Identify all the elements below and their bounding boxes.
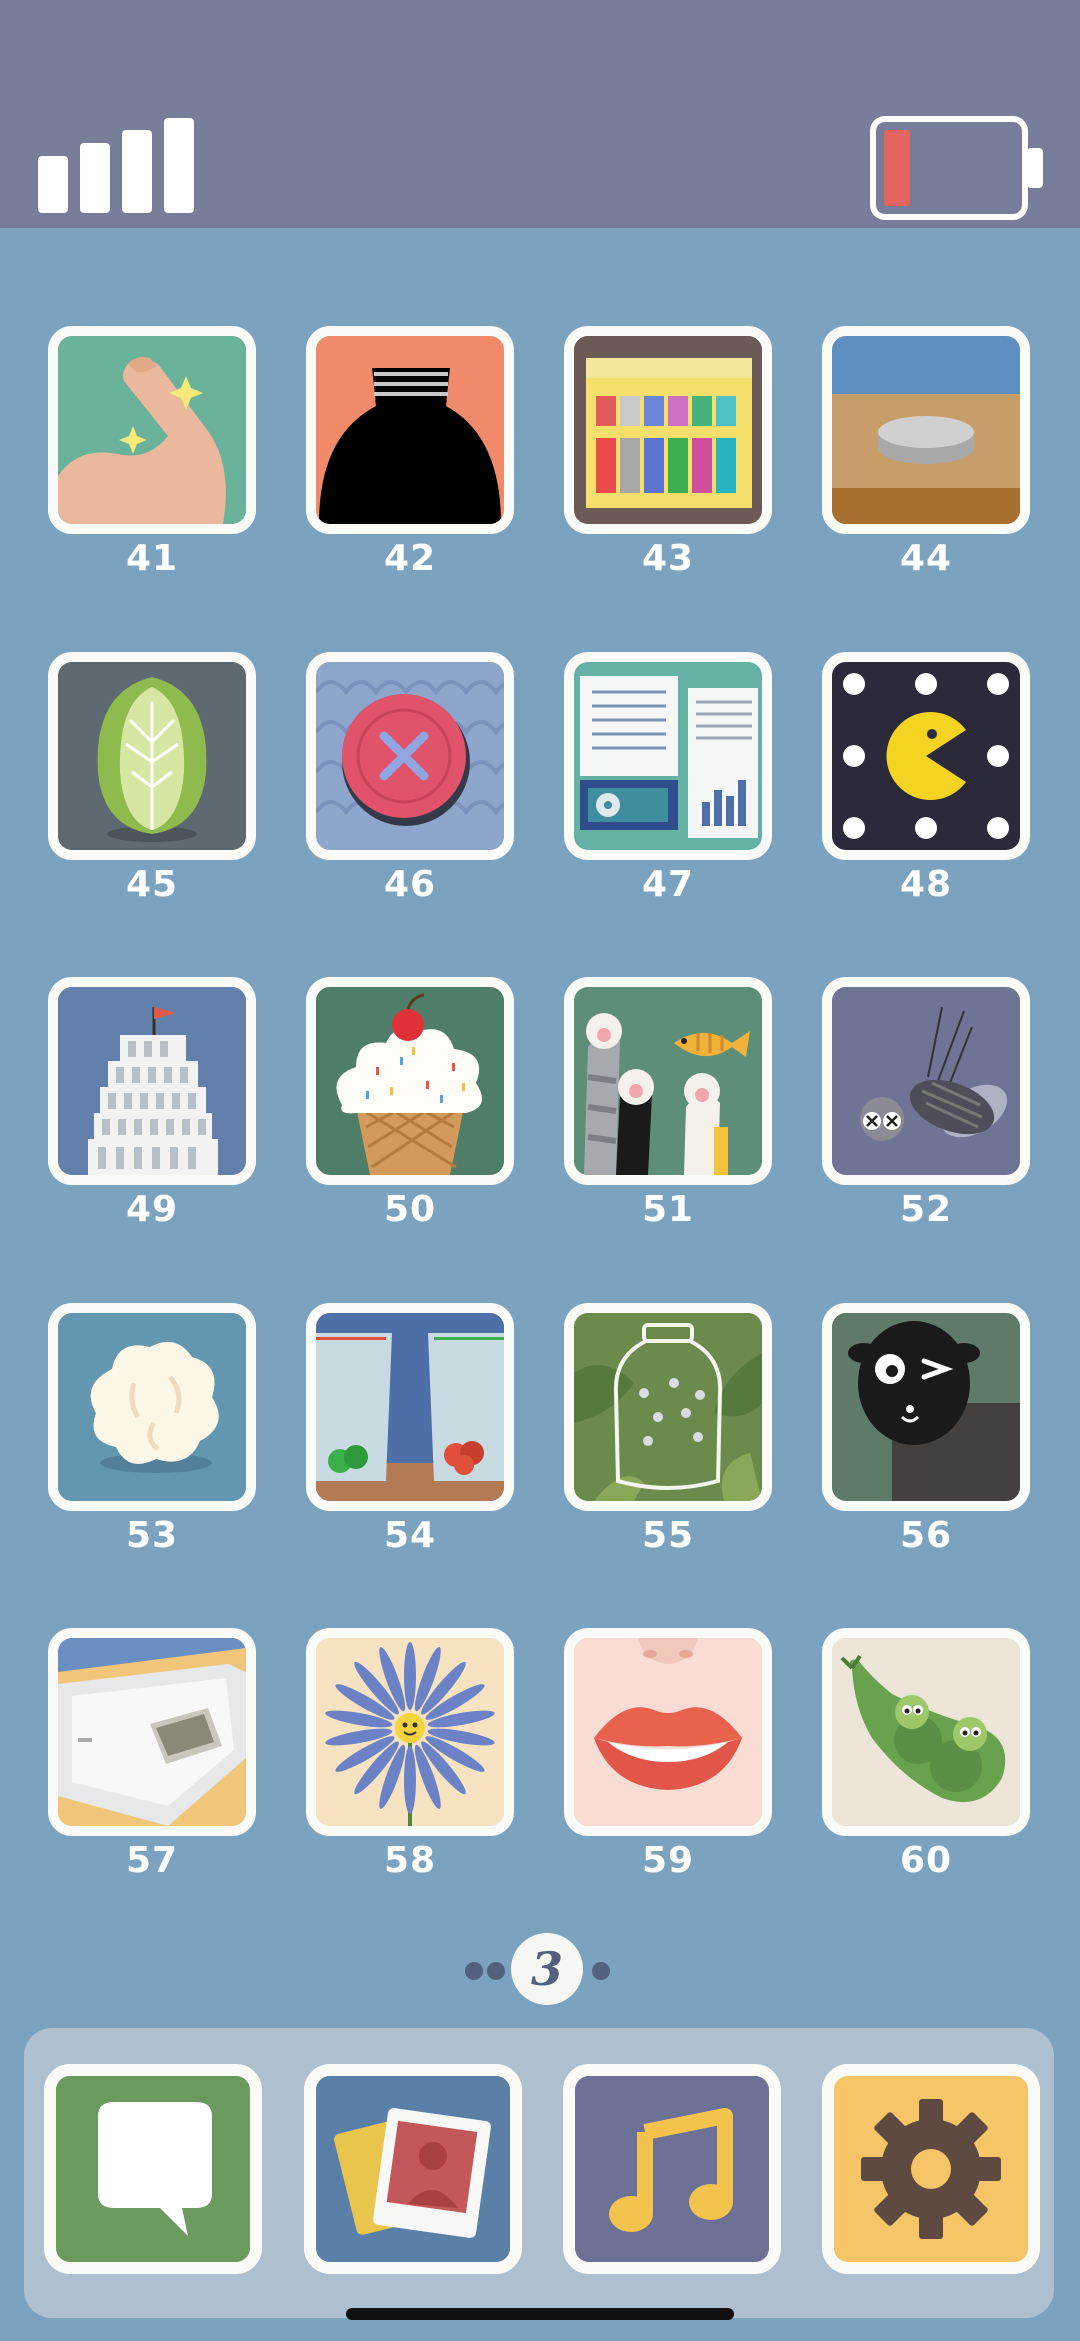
level-number: 54 [383,1514,437,1556]
photos-app-button[interactable] [304,2064,522,2274]
coin-on-table-icon [832,336,1020,524]
level-41[interactable]: 41 [48,326,256,579]
peas-in-pod-icon [832,1638,1020,1827]
leaning-tower-icon [58,987,246,1176]
level-43[interactable]: 43 [564,326,772,579]
level-57[interactable]: 57 [48,1628,256,1881]
signal-icon [38,118,194,213]
level-number: 46 [383,863,437,905]
popcorn-icon [58,1312,246,1501]
level-59[interactable]: 59 [564,1628,772,1881]
flower-icon [316,1638,504,1827]
photo-icon [316,2076,510,2262]
flexed-arm-icon [58,336,246,524]
dead-fly-icon [832,987,1020,1176]
level-number: 59 [641,1840,695,1882]
settings-app-button[interactable] [822,2064,1040,2274]
level-number: 55 [641,1514,695,1556]
level-51[interactable]: 51 [564,977,772,1230]
current-page: 3 [511,1933,583,2005]
level-44[interactable]: 44 [822,326,1030,579]
speech-bubble-icon [56,2076,250,2262]
level-number: 42 [383,538,437,579]
level-number: 53 [125,1514,179,1556]
level-55[interactable]: 55 [564,1302,772,1556]
level-49[interactable]: 49 [48,977,256,1230]
level-46[interactable]: 46 [306,651,514,905]
status-bar [0,0,1080,228]
home-indicator[interactable] [346,2308,734,2320]
ice-cream-icon [316,987,504,1176]
level-56[interactable]: 56 [822,1302,1030,1556]
cabbage-icon [58,661,246,850]
music-note-icon [575,2076,769,2262]
lips-icon [574,1638,762,1827]
water-glasses-icon [316,1312,504,1501]
level-number: 58 [383,1840,437,1882]
bottle-icon [316,336,504,524]
level-number: 56 [899,1514,953,1556]
level-50[interactable]: 50 [306,977,514,1230]
cat-paws-fish-icon [574,987,762,1176]
sheep-icon [832,1312,1020,1501]
gear-icon [834,2076,1028,2262]
pacman-icon [832,661,1020,850]
phone-in-tray-icon [58,1638,246,1827]
level-number: 49 [125,1189,179,1231]
level-number: 50 [383,1189,437,1231]
music-app-button[interactable] [563,2064,781,2274]
level-number: 44 [899,538,953,579]
battery-icon [870,116,1043,220]
level-53[interactable]: 53 [48,1302,256,1556]
jar-of-flies-icon [574,1312,762,1501]
level-number: 43 [641,538,695,579]
level-54[interactable]: 54 [306,1302,514,1556]
level-48[interactable]: 48 [822,651,1030,905]
button-icon [316,661,504,850]
level-grid: 41 42 43 44 45 46 47 48 49 50 51 52 53 5… [48,326,1034,1881]
level-number: 60 [899,1840,953,1882]
page-dot[interactable] [487,1962,505,1980]
page-dot[interactable] [592,1962,610,1980]
level-52[interactable]: 52 [822,977,1030,1230]
level-number: 48 [899,863,953,905]
level-60[interactable]: 60 [822,1628,1030,1881]
level-number: 45 [125,863,179,905]
page-dot[interactable] [465,1962,483,1980]
level-58[interactable]: 58 [306,1628,514,1881]
level-number: 41 [125,538,179,579]
level-number: 47 [641,863,695,905]
level-47[interactable]: 47 [564,651,772,905]
level-45[interactable]: 45 [48,651,256,905]
level-42[interactable]: 42 [306,326,514,579]
level-number: 57 [125,1840,179,1882]
battery-level [884,130,910,206]
messages-app-button[interactable] [44,2064,262,2274]
crayon-box-icon [574,336,762,524]
level-number: 51 [641,1189,695,1231]
desk-papers-icon [574,661,762,850]
level-number: 52 [899,1189,953,1231]
